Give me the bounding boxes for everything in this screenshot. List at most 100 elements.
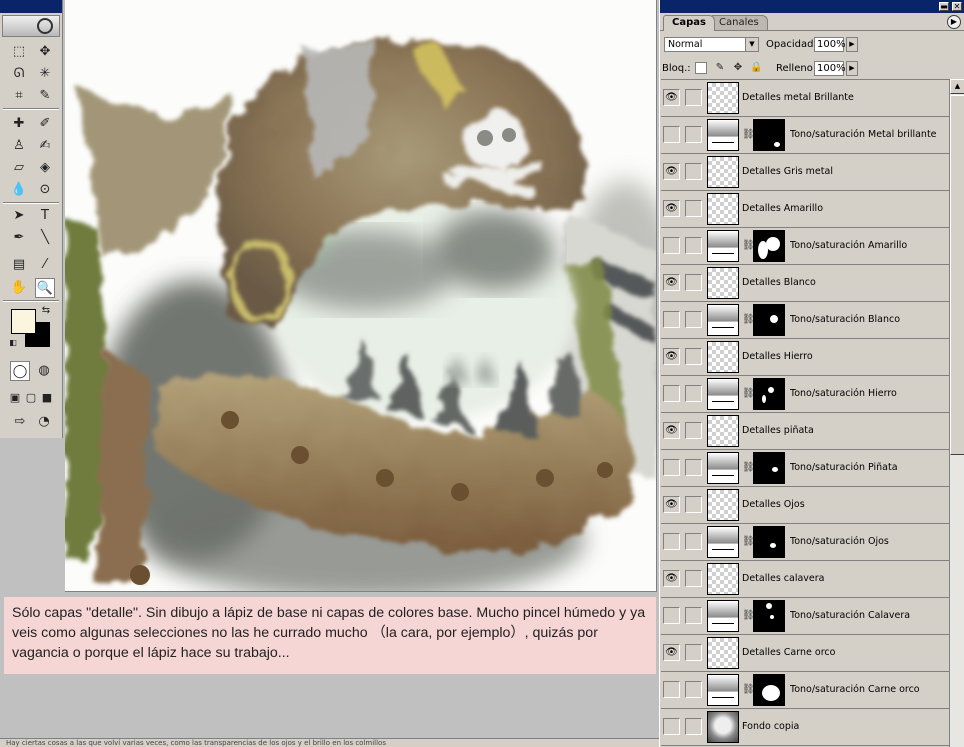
visibility-toggle[interactable] — [663, 607, 680, 624]
screen-mode-full-icon[interactable]: ■ — [40, 388, 54, 408]
visibility-toggle[interactable] — [663, 126, 680, 143]
scroll-up-icon[interactable]: ▲ — [950, 79, 964, 94]
move-tool-icon[interactable]: ✥ — [35, 42, 55, 62]
layer-mask-thumbnail[interactable] — [753, 600, 785, 632]
layer-mask-thumbnail[interactable] — [753, 674, 785, 706]
layer-link-toggle[interactable] — [685, 348, 702, 365]
layer-row[interactable]: 👁 Detalles metal Brillante — [661, 80, 949, 117]
lock-transparency-icon[interactable] — [695, 62, 707, 74]
layer-row[interactable]: 👁 Detalles Gris metal — [661, 154, 949, 191]
layer-link-toggle[interactable] — [685, 311, 702, 328]
layer-mask-thumbnail[interactable] — [753, 452, 785, 484]
fill-slider-arrow-icon[interactable]: ▶ — [846, 61, 858, 76]
layer-thumbnail[interactable] — [707, 711, 739, 743]
layer-thumbnail[interactable] — [707, 489, 739, 521]
layer-row[interactable]: Tono/saturación Blanco ⛓ — [661, 302, 949, 339]
fill-input[interactable]: 100% — [814, 61, 846, 76]
layer-thumbnail[interactable] — [707, 341, 739, 373]
adjustment-layer-icon[interactable] — [707, 600, 739, 632]
blur-tool-icon[interactable]: 💧 — [9, 180, 29, 200]
layer-mask-thumbnail[interactable] — [753, 230, 785, 262]
lock-all-icon[interactable]: 🔒 — [750, 62, 762, 74]
layer-link-toggle[interactable] — [685, 459, 702, 476]
layer-thumbnail[interactable] — [707, 156, 739, 188]
layer-row[interactable]: 👁 Detalles Carne orco — [661, 635, 949, 672]
layer-thumbnail[interactable] — [707, 563, 739, 595]
layer-thumbnail[interactable] — [707, 415, 739, 447]
visibility-toggle[interactable] — [663, 237, 680, 254]
layer-mask-thumbnail[interactable] — [753, 526, 785, 558]
eye-icon[interactable]: 👁 — [663, 274, 680, 291]
layer-link-toggle[interactable] — [685, 607, 702, 624]
adjustment-layer-icon[interactable] — [707, 674, 739, 706]
marquee-tool-icon[interactable]: ⬚ — [9, 42, 29, 62]
screen-mode-standard-icon[interactable]: ▣ — [8, 388, 22, 408]
layer-row[interactable]: 👁 Detalles Amarillo — [661, 191, 949, 228]
layer-link-toggle[interactable] — [685, 89, 702, 106]
healing-brush-tool-icon[interactable]: ✚ — [9, 114, 29, 134]
adjustment-layer-icon[interactable] — [707, 119, 739, 151]
default-colors-icon[interactable]: ◧ — [8, 338, 18, 348]
layer-thumbnail[interactable] — [707, 637, 739, 669]
layer-row[interactable]: 👁 Detalles Hierro — [661, 339, 949, 376]
pen-tool-icon[interactable]: ✒ — [9, 228, 29, 248]
document-canvas[interactable] — [65, 0, 657, 592]
visibility-toggle[interactable] — [663, 385, 680, 402]
foreground-color-swatch[interactable] — [11, 309, 36, 334]
layer-row[interactable]: Fondo copia — [661, 709, 949, 746]
layer-row[interactable]: 👁 Detalles Blanco — [661, 265, 949, 302]
layer-link-toggle[interactable] — [685, 274, 702, 291]
adjustment-layer-icon[interactable] — [707, 230, 739, 262]
zoom-tool-icon[interactable]: 🔍 — [35, 278, 55, 298]
swap-colors-icon[interactable]: ⇆ — [39, 304, 53, 318]
type-tool-icon[interactable]: T — [35, 206, 55, 226]
layer-row[interactable]: 👁 Detalles Ojos — [661, 487, 949, 524]
adjustment-layer-icon[interactable] — [707, 378, 739, 410]
visibility-toggle[interactable] — [663, 311, 680, 328]
layer-thumbnail[interactable] — [707, 82, 739, 114]
layer-link-toggle[interactable] — [685, 496, 702, 513]
layer-link-toggle[interactable] — [685, 163, 702, 180]
eyedropper-tool-icon[interactable]: ⁄ — [35, 255, 55, 275]
brush-tool-icon[interactable]: ✐ — [35, 114, 55, 134]
visibility-toggle[interactable] — [663, 718, 680, 735]
opacity-slider-arrow-icon[interactable]: ▶ — [846, 37, 858, 52]
layer-link-toggle[interactable] — [685, 644, 702, 661]
layer-link-toggle[interactable] — [685, 422, 702, 439]
layer-thumbnail[interactable] — [707, 267, 739, 299]
palette-menu-icon[interactable]: ▶ — [947, 15, 961, 29]
tab-canales[interactable]: Canales — [710, 15, 768, 30]
notes-tool-icon[interactable]: ▤ — [9, 255, 29, 275]
screen-mode-full-menu-icon[interactable]: ▢ — [24, 388, 38, 408]
eraser-tool-icon[interactable]: ▱ — [9, 158, 29, 178]
layer-row[interactable]: Tono/saturación Metal brillante ⛓ — [661, 117, 949, 154]
eye-icon[interactable]: 👁 — [663, 570, 680, 587]
eye-icon[interactable]: 👁 — [663, 644, 680, 661]
layer-mask-thumbnail[interactable] — [753, 119, 785, 151]
eye-icon[interactable]: 👁 — [663, 496, 680, 513]
standard-mode-icon[interactable]: ◯ — [10, 361, 30, 381]
path-selection-tool-icon[interactable]: ➤ — [9, 206, 29, 226]
eye-icon[interactable]: 👁 — [663, 200, 680, 217]
minimize-icon[interactable]: ▬ — [939, 2, 949, 11]
layer-mask-thumbnail[interactable] — [753, 304, 785, 336]
photoshop-logo-icon[interactable] — [2, 15, 60, 37]
magic-wand-tool-icon[interactable]: ✳ — [35, 64, 55, 84]
eye-icon[interactable]: 👁 — [663, 163, 680, 180]
scrollbar-thumb[interactable] — [950, 95, 964, 455]
layer-row[interactable]: Tono/saturación Carne orco ⛓ — [661, 672, 949, 709]
layer-row[interactable]: Tono/saturación Piñata ⛓ — [661, 450, 949, 487]
layer-thumbnail[interactable] — [707, 193, 739, 225]
layer-row[interactable]: 👁 Detalles calavera — [661, 561, 949, 598]
layer-link-toggle[interactable] — [685, 200, 702, 217]
opacity-input[interactable]: 100% — [814, 37, 846, 52]
visibility-toggle[interactable] — [663, 459, 680, 476]
paint-bucket-tool-icon[interactable]: ◈ — [35, 158, 55, 178]
layers-scrollbar[interactable]: ▲ — [949, 79, 964, 747]
layer-link-toggle[interactable] — [685, 718, 702, 735]
history-brush-tool-icon[interactable]: ✍ — [35, 136, 55, 156]
lock-position-icon[interactable]: ✥ — [732, 62, 744, 74]
eye-icon[interactable]: 👁 — [663, 89, 680, 106]
jump-to-imageready-icon[interactable]: ⇨ — [8, 412, 32, 432]
layer-link-toggle[interactable] — [685, 533, 702, 550]
